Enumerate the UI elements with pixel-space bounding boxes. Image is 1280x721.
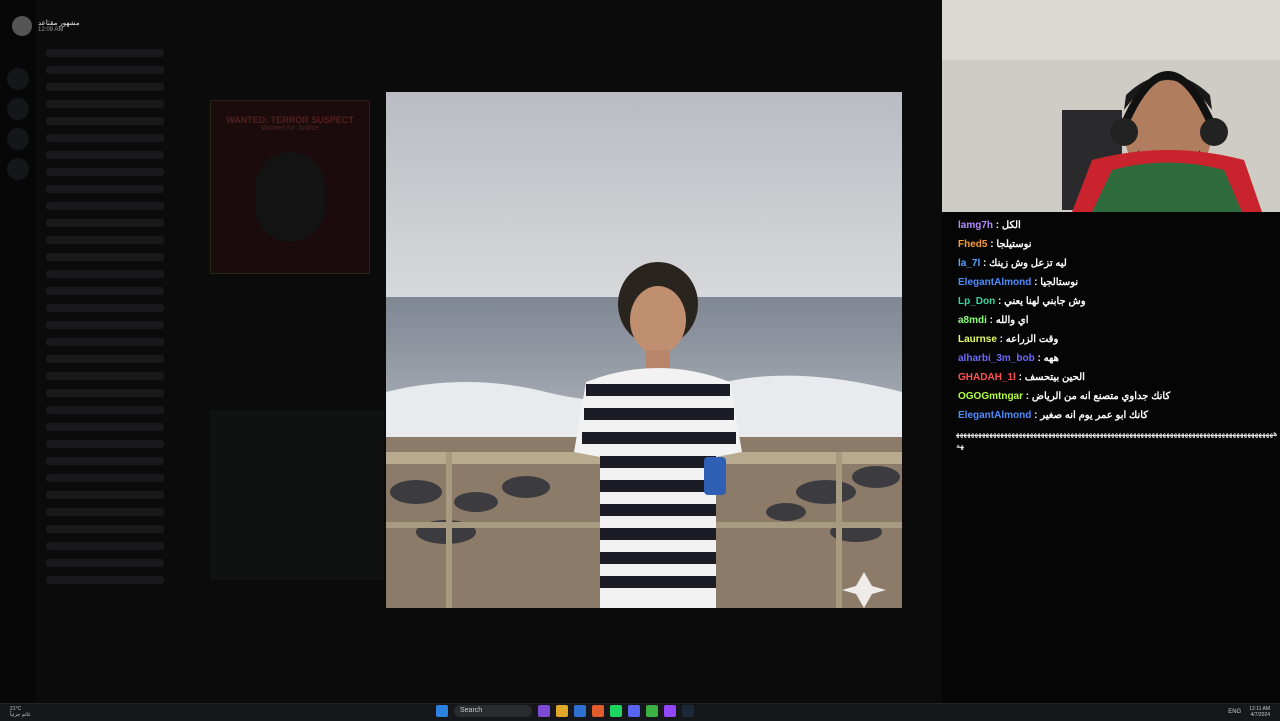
stream-chat: lamg7h : الكل Fhed5 : نوستيلجا la_7l : ليه… — [942, 212, 1280, 703]
chat-message: lamg7h : الكل — [958, 220, 1021, 231]
chat-username[interactable]: Laurnse — [958, 334, 997, 345]
taskbar-apps: Search — [436, 705, 694, 717]
chat-message: Laurnse : وقت الزراعه — [958, 334, 1058, 345]
clock-date: 4/7/2024 — [1250, 712, 1270, 718]
server-icon[interactable] — [7, 98, 29, 120]
start-icon[interactable] — [436, 705, 448, 717]
chat-separator: : — [1031, 277, 1041, 288]
chat-username[interactable]: Lp_Don — [958, 296, 995, 307]
app-icon[interactable] — [538, 705, 550, 717]
message-area: WANTED: TERROR SUSPECT Wanted for Justic… — [176, 40, 386, 660]
chat-username[interactable]: la_7l — [958, 258, 980, 269]
chat-text: كانك جداوي متصنع انه من الرياض — [1031, 391, 1171, 402]
chat-username[interactable]: a8mdi — [958, 315, 987, 326]
chat-separator: : — [1034, 353, 1044, 364]
chat-text: ههه — [1043, 353, 1059, 364]
spotify-icon[interactable] — [610, 705, 622, 717]
taskbar: 21°C غائم جزئياً Search ENG 12:11 AM 4/7… — [0, 703, 1280, 721]
taskbar-search[interactable]: Search — [454, 705, 532, 717]
chat-message: Lp_Don : وش جابني لهنا يعني — [958, 296, 1086, 307]
server-sidebar — [0, 0, 36, 703]
chat-username[interactable]: OGOGmtngar — [958, 391, 1023, 402]
chat-username[interactable]: lamg7h — [958, 220, 993, 231]
discord-icon[interactable] — [628, 705, 640, 717]
chat-username[interactable]: alharbi_3m_bob — [958, 353, 1035, 364]
chat-separator: : — [1023, 391, 1032, 402]
server-icon[interactable] — [7, 128, 29, 150]
channel-list — [36, 40, 172, 660]
chat-text: كانك ابو عمر يوم انه صغير — [1040, 410, 1149, 421]
folder-icon[interactable] — [556, 705, 568, 717]
header-time: 12:09 AM — [38, 27, 64, 33]
chat-separator: : — [993, 220, 1002, 231]
avatar — [12, 16, 32, 36]
chat-separator: : — [1031, 410, 1041, 421]
dimmed-photo-thumbnail[interactable] — [210, 410, 384, 580]
chat-text: ليه تزعل وش زينك — [989, 258, 1067, 269]
wanted-title: WANTED: TERROR SUSPECT — [226, 115, 354, 125]
header-name: مشهور مقتاعد — [38, 20, 80, 27]
chat-message: ElegantAlmond : نوستالجيا — [958, 277, 1078, 288]
wanted-poster-image[interactable]: WANTED: TERROR SUSPECT Wanted for Justic… — [210, 100, 370, 274]
server-icon[interactable] — [7, 158, 29, 180]
chat-message: OGOGmtngar : كانك جداوي متصنع انه من الر… — [958, 391, 1170, 402]
chat-message: GHADAH_1l : الحين بيتحسف — [958, 372, 1085, 383]
chat-text: نوستيلجا — [996, 239, 1032, 250]
chat-separator: : — [980, 258, 990, 269]
chat-username[interactable]: Fhed5 — [958, 239, 987, 250]
chat-username[interactable]: ElegantAlmond — [958, 410, 1031, 421]
mail-icon[interactable] — [574, 705, 586, 717]
chat-text: نوستالجيا — [1040, 277, 1079, 288]
chat-message: ElegantAlmond : كانك ابو عمر يوم انه صغي… — [958, 410, 1148, 421]
wanted-subtitle: Wanted for Justice — [261, 125, 319, 132]
chat-username[interactable]: ElegantAlmond — [958, 277, 1031, 288]
streamer-webcam — [942, 0, 1280, 212]
chat-text: الحين بيتحسف — [1024, 372, 1085, 383]
chat-text: اي والله — [995, 315, 1029, 326]
chat-message: la_7l : ليه تزعل وش زينك — [958, 258, 1067, 269]
weather-widget[interactable]: 21°C غائم جزئياً — [10, 706, 31, 718]
app-icon[interactable] — [646, 705, 658, 717]
channel-header: مشهور مقتاعد 12:09 AM — [12, 16, 80, 36]
chat-text: الكل — [1001, 220, 1021, 231]
photo-boy-at-seaside — [386, 92, 902, 608]
system-tray: ENG 12:11 AM 4/7/2024 — [1228, 706, 1270, 718]
chat-message: Fhed5 : نوستيلجا — [958, 239, 1032, 250]
chat-message: alharbi_3m_bob : ههه — [958, 353, 1059, 364]
clock[interactable]: 12:11 AM 4/7/2024 — [1249, 706, 1270, 718]
chat-text: وقت الزراعه — [1005, 334, 1059, 345]
chat-username[interactable]: GHADAH_1l — [958, 372, 1016, 383]
image-viewer[interactable] — [386, 92, 902, 608]
chat-spam-line: هههههههههههههههههههههههههههههههههههههههه… — [956, 429, 1278, 450]
chat-separator: : — [1015, 372, 1025, 383]
chat-separator: : — [986, 315, 996, 326]
chat-separator: : — [996, 334, 1006, 345]
chat-text: وش جابني لهنا يعني — [1004, 296, 1086, 307]
chat-message: a8mdi : اي والله — [958, 315, 1029, 326]
browser-icon[interactable] — [592, 705, 604, 717]
language-indicator[interactable]: ENG — [1228, 709, 1241, 715]
steam-icon[interactable] — [682, 705, 694, 717]
server-icon[interactable] — [7, 68, 29, 90]
weather-desc: غائم جزئياً — [10, 712, 31, 718]
twitch-icon[interactable] — [664, 705, 676, 717]
chat-separator: : — [995, 296, 1005, 307]
chat-separator: : — [987, 239, 997, 250]
